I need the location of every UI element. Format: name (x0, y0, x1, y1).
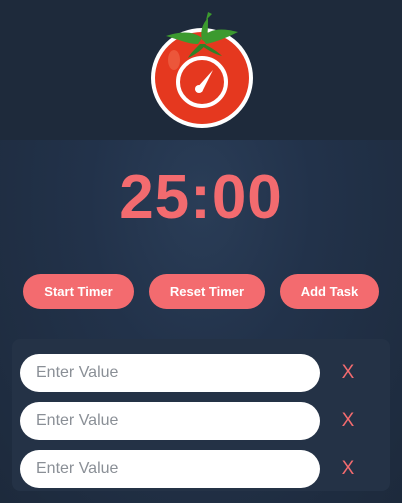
task-input[interactable] (20, 450, 320, 488)
delete-task-button[interactable]: X (338, 402, 358, 440)
task-list: X X X (12, 339, 390, 491)
task-item: X (20, 354, 382, 392)
delete-task-button[interactable]: X (338, 450, 358, 488)
delete-task-button[interactable]: X (338, 354, 358, 392)
pomodoro-app: 25:00 Start Timer Reset Timer Add Task X… (0, 0, 402, 503)
task-item: X (20, 450, 382, 488)
task-input[interactable] (20, 402, 320, 440)
timer-display: 25:00 (119, 163, 283, 232)
reset-timer-button[interactable]: Reset Timer (149, 274, 265, 309)
add-task-button[interactable]: Add Task (280, 274, 379, 309)
task-item: X (20, 402, 382, 440)
start-timer-button[interactable]: Start Timer (23, 274, 134, 309)
tomato-timer-icon (151, 12, 253, 128)
task-input[interactable] (20, 354, 320, 392)
header (0, 0, 402, 140)
